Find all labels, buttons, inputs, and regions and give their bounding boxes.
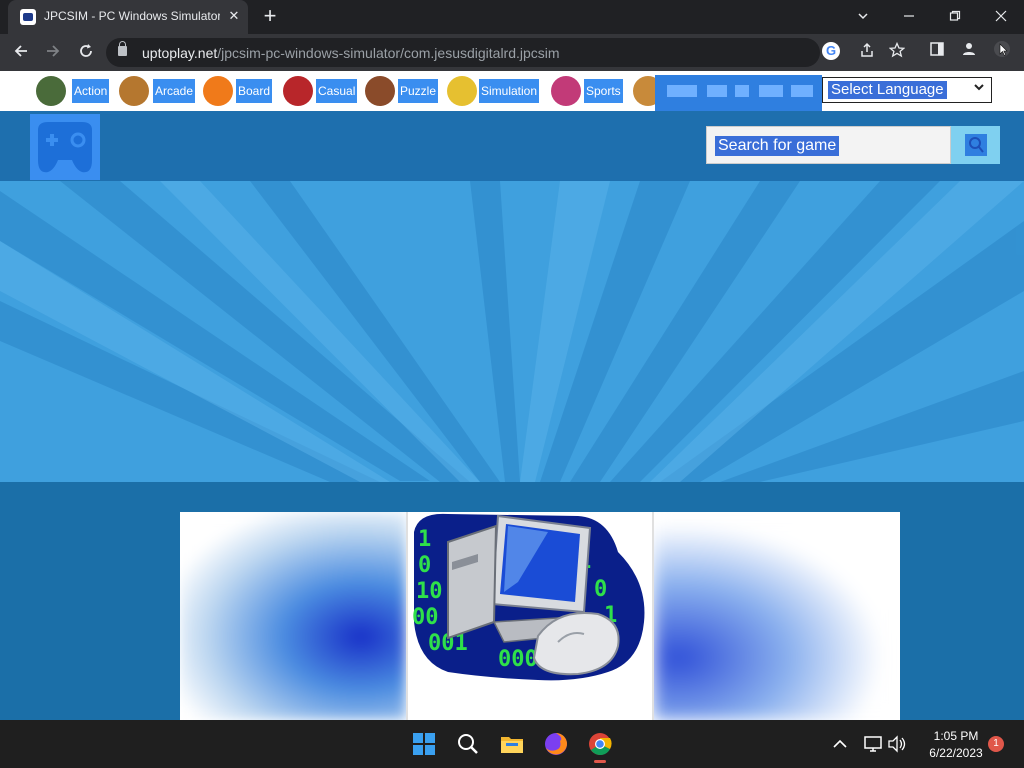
restore-window-icon[interactable]: [935, 3, 975, 31]
computer-binary-icon: 1010 000010001 101: [412, 513, 645, 681]
search-icon: [965, 134, 987, 156]
category-thumb[interactable]: [283, 76, 313, 106]
category-thumb[interactable]: [36, 76, 66, 106]
tab-strip: JPCSIM - PC Windows Simulator ✕ +: [0, 0, 1024, 34]
category-label[interactable]: Sports: [584, 79, 623, 103]
category-bar: Action Arcade Board Casual Puzzle Simula…: [0, 71, 1024, 111]
forward-arrow-icon[interactable]: [40, 40, 66, 66]
windows-taskbar: 1:05 PM 6/22/2023 1: [0, 720, 1024, 768]
address-bar[interactable]: uptoplay.net/jpcsim-pc-windows-simulator…: [106, 38, 906, 67]
web-page: Action Arcade Board Casual Puzzle Simula…: [0, 71, 1024, 720]
chrome-icon[interactable]: [586, 730, 614, 763]
browser-toolbar: uptoplay.net/jpcsim-pc-windows-simulator…: [0, 34, 1024, 71]
minimize-window-icon[interactable]: [889, 3, 929, 31]
category-thumb[interactable]: [203, 76, 233, 106]
svg-text:10: 10: [416, 579, 443, 604]
clock-time[interactable]: 1:05 PM: [916, 729, 996, 743]
search-taskbar-icon[interactable]: [454, 730, 482, 758]
volume-icon[interactable]: [886, 730, 908, 758]
category-thumb[interactable]: [447, 76, 477, 106]
svg-text:0: 0: [418, 553, 431, 578]
blurred-background-left: [180, 512, 406, 720]
site-header: Search for game: [0, 111, 1024, 181]
lock-icon[interactable]: [118, 41, 127, 56]
url-host: uptoplay.net: [142, 45, 218, 61]
svg-text:00: 00: [412, 605, 439, 630]
tab-search-chevron-icon[interactable]: [843, 3, 883, 31]
category-label[interactable]: Puzzle: [398, 79, 439, 103]
google-g-glyph: G: [822, 42, 840, 60]
tab-title: JPCSIM - PC Windows Simulator: [44, 9, 220, 23]
search-button[interactable]: [951, 126, 1000, 164]
category-thumb[interactable]: [119, 76, 149, 106]
chevron-down-icon: [973, 81, 985, 96]
jpcsim-app-icon[interactable]: 1010 000010001 101: [406, 512, 654, 720]
profile-icon[interactable]: [958, 41, 980, 63]
menu-kebab-icon[interactable]: [991, 41, 1013, 63]
firefox-icon[interactable]: [542, 730, 570, 758]
tab-close-icon[interactable]: ✕: [226, 8, 242, 24]
file-explorer-icon[interactable]: [498, 730, 526, 758]
blurred-background-right: [654, 512, 900, 720]
close-window-icon[interactable]: [981, 3, 1021, 31]
hero-rays-background: [0, 181, 1024, 482]
back-arrow-icon[interactable]: [8, 40, 34, 66]
clock-date[interactable]: 6/22/2023: [916, 746, 996, 760]
select-language-value: Select Language: [828, 81, 947, 99]
category-thumb[interactable]: [365, 76, 395, 106]
svg-text:0: 0: [594, 577, 607, 602]
url-text[interactable]: uptoplay.net/jpcsim-pc-windows-simulator…: [142, 45, 560, 61]
category-label[interactable]: Arcade: [153, 79, 196, 103]
network-icon[interactable]: [862, 730, 884, 758]
show-hidden-icons-chevron-icon[interactable]: [830, 730, 850, 758]
translate-widget[interactable]: [655, 75, 822, 111]
category-label[interactable]: Casual: [316, 79, 358, 103]
hero-banner: [0, 181, 1024, 482]
category-label[interactable]: Board: [236, 79, 273, 103]
reload-icon[interactable]: [73, 40, 99, 66]
google-lens-icon[interactable]: G: [822, 42, 844, 64]
category-label[interactable]: Action: [72, 79, 110, 103]
category-label[interactable]: Simulation: [479, 79, 540, 103]
app-screenshot-strip: 1010 000010001 101: [180, 512, 900, 720]
category-thumb[interactable]: [551, 76, 581, 106]
url-path: /jpcsim-pc-windows-simulator/com.jesusdi…: [217, 45, 560, 61]
bookmark-star-icon[interactable]: [886, 41, 908, 64]
search-input[interactable]: Search for game: [706, 126, 951, 164]
active-tab[interactable]: JPCSIM - PC Windows Simulator ✕: [8, 0, 248, 34]
share-icon[interactable]: [856, 42, 878, 64]
side-panel-icon[interactable]: [926, 41, 948, 63]
svg-text:1: 1: [418, 527, 431, 552]
windows-start-icon[interactable]: [410, 730, 438, 758]
site-favicon-icon: [20, 9, 36, 25]
new-tab-button[interactable]: +: [258, 5, 282, 29]
site-logo[interactable]: [30, 114, 100, 180]
select-language-dropdown[interactable]: Select Language: [822, 77, 992, 103]
search-placeholder: Search for game: [715, 136, 840, 156]
notification-badge[interactable]: 1: [988, 736, 1004, 752]
gamepad-logo-icon: [38, 122, 92, 173]
